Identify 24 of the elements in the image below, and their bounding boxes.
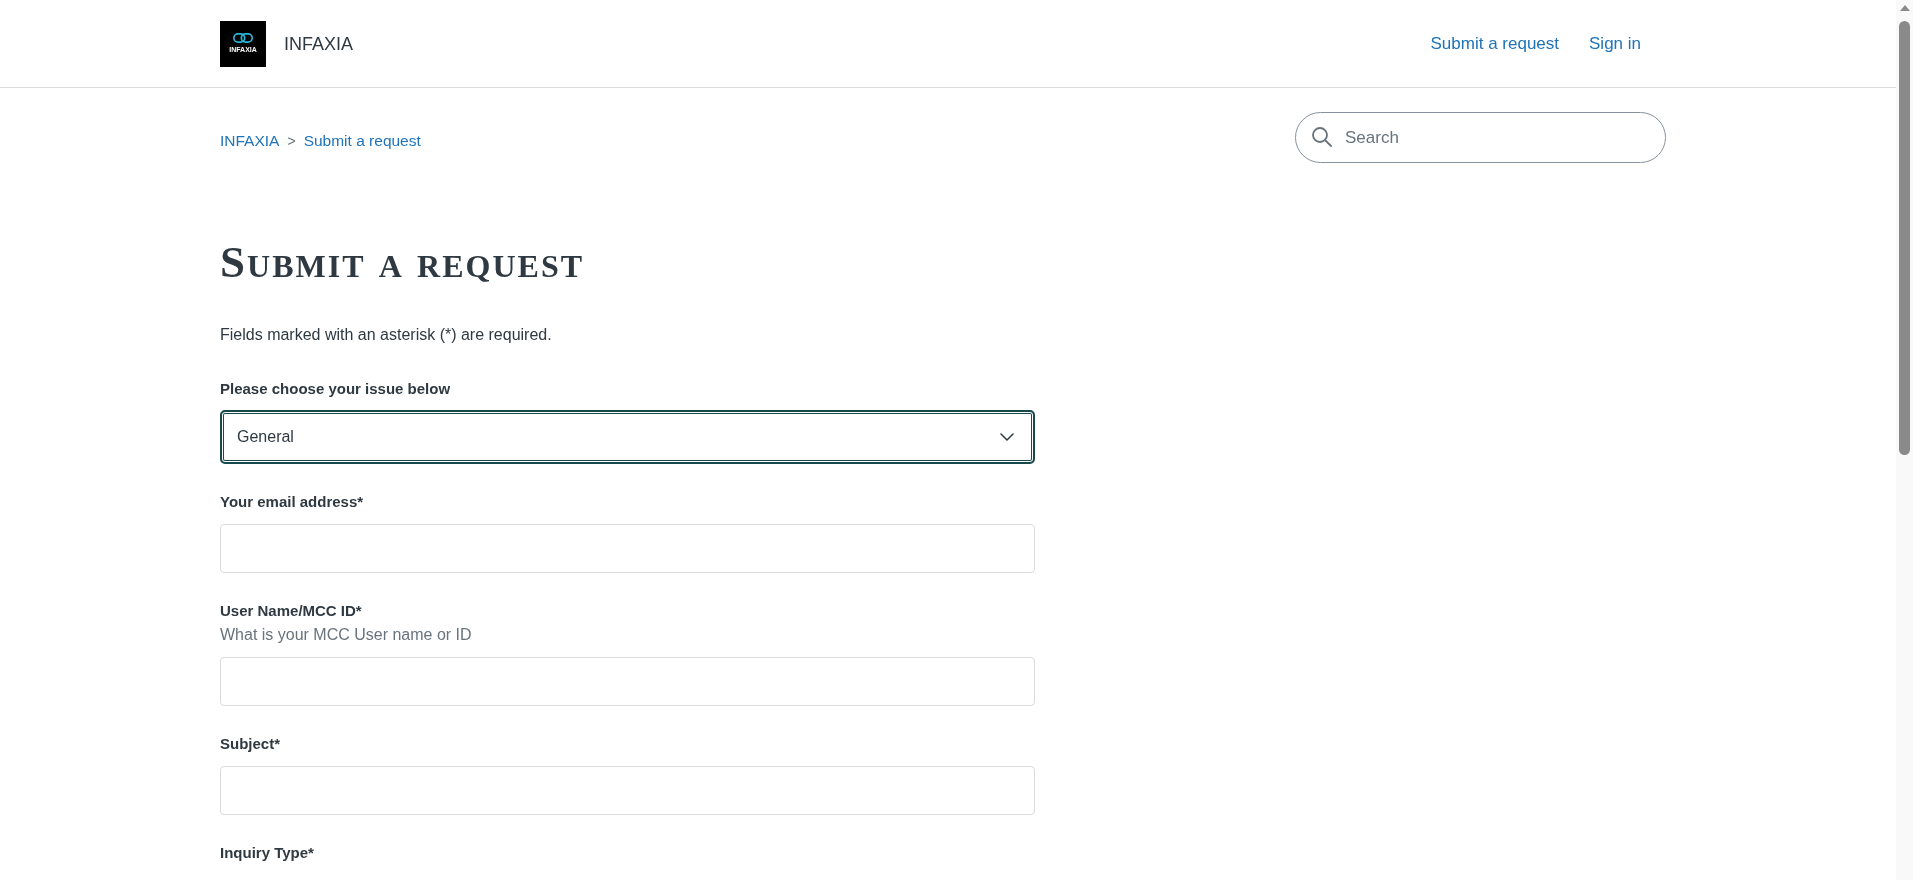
search-icon — [1312, 127, 1332, 147]
scrollbar-thumb[interactable] — [1899, 21, 1910, 455]
nav-link[interactable]: Sign in — [1589, 31, 1641, 56]
scroll-up-arrow-icon[interactable] — [1899, 5, 1910, 11]
brand-name: INFAXIA — [284, 32, 354, 56]
field-label: Subject* — [220, 734, 280, 754]
chain-link-icon — [233, 33, 253, 43]
breadcrumb-separator: > — [287, 131, 296, 151]
field-label: Your email address* — [220, 492, 364, 512]
breadcrumb-link[interactable]: Submit a request — [303, 130, 421, 151]
field-label: User Name/MCC ID* — [220, 601, 362, 621]
text-input[interactable] — [220, 524, 1035, 573]
required-note: Fields marked with an asterisk (*) are required. — [220, 325, 552, 345]
nav-link[interactable]: Submit a request — [1430, 31, 1559, 56]
chevron-down-icon — [1000, 433, 1014, 441]
issue-dropdown[interactable]: General — [220, 410, 1035, 464]
page-title: Submit a request — [220, 237, 585, 287]
field-hint: What is your MCC User name or ID — [220, 625, 472, 645]
search-field[interactable]: Search — [1295, 112, 1666, 163]
field-label: Please choose your issue below — [220, 379, 451, 399]
breadcrumb-link[interactable]: INFAXIA — [220, 130, 280, 151]
text-input[interactable] — [220, 766, 1035, 815]
text-input[interactable] — [220, 657, 1035, 706]
field-label: Inquiry Type* — [220, 843, 314, 863]
